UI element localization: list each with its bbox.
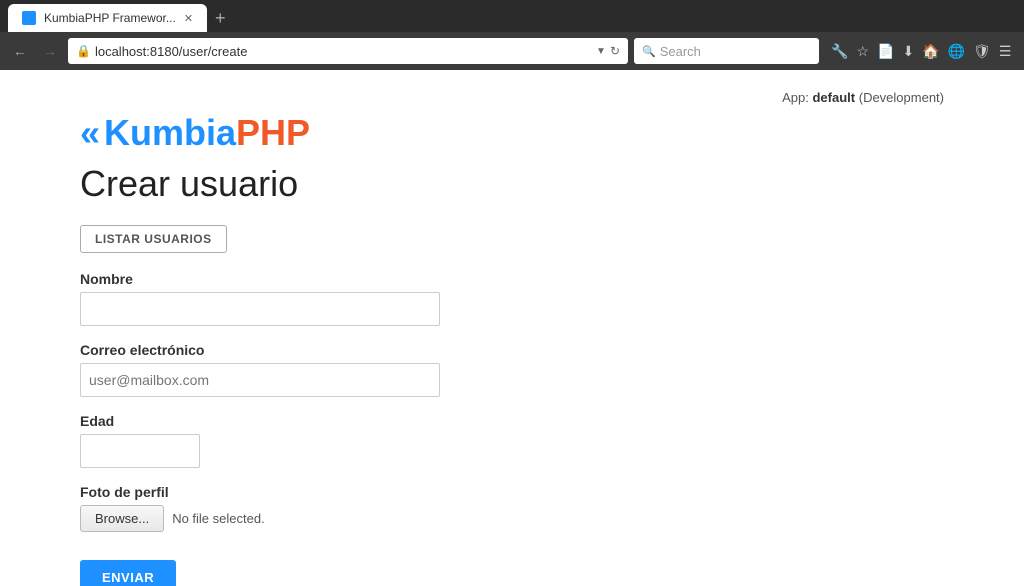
address-dropdown-icon[interactable]: ▼ (596, 46, 606, 57)
foto-group: Foto de perfil Browse... No file selecte… (80, 484, 944, 532)
new-tab-button[interactable]: + (207, 4, 234, 32)
browse-button[interactable]: Browse... (80, 505, 164, 532)
globe-icon[interactable]: 🌐 (948, 43, 965, 60)
email-label: Correo electrónico (80, 342, 944, 358)
home-icon[interactable]: 🏠 (922, 43, 939, 60)
lock-icon: 🔒 (76, 44, 91, 58)
edad-label: Edad (80, 413, 944, 429)
page-title: Crear usuario (80, 163, 944, 205)
email-input[interactable] (80, 363, 440, 397)
toolbar-icons: 🔧 ☆ 📄 ⬇ 🏠 🌐 🛡 ☰ (831, 43, 1011, 60)
tab-bar: KumbiaPHP Framewor... ✕ + (8, 0, 234, 32)
menu-icon[interactable]: ☰ (999, 43, 1012, 60)
browser-titlebar: KumbiaPHP Framewor... ✕ + (0, 0, 1024, 32)
active-tab[interactable]: KumbiaPHP Framewor... ✕ (8, 4, 207, 32)
list-users-button[interactable]: LISTAR USUARIOS (80, 225, 227, 253)
tab-close-button[interactable]: ✕ (184, 12, 193, 25)
search-icon: 🔍 (642, 45, 656, 58)
email-group: Correo electrónico (80, 342, 944, 397)
app-env: (Development) (859, 90, 944, 105)
submit-button[interactable]: ENVIAR (80, 560, 176, 586)
logo-text: KumbiaPHP (104, 115, 310, 151)
edad-group: Edad (80, 413, 944, 468)
edad-input[interactable] (80, 434, 200, 468)
app-info-label: App: (782, 90, 812, 105)
search-placeholder: Search (660, 44, 701, 59)
nombre-label: Nombre (80, 271, 944, 287)
browser-addressbar: ← → 🔒 localhost:8180/user/create ▼ ↻ 🔍 S… (0, 32, 1024, 70)
tab-title: KumbiaPHP Framewor... (44, 11, 176, 25)
file-row: Browse... No file selected. (80, 505, 944, 532)
nombre-group: Nombre (80, 271, 944, 326)
logo-area: « KumbiaPHP (80, 115, 944, 151)
app-name: default (812, 90, 855, 105)
tab-favicon (22, 11, 36, 25)
reload-icon[interactable]: ↻ (610, 44, 620, 58)
foto-label: Foto de perfil (80, 484, 944, 500)
logo-kumbia: Kumbia (104, 112, 236, 153)
address-bar[interactable]: 🔒 localhost:8180/user/create ▼ ↻ (68, 38, 628, 64)
wrench-icon[interactable]: 🔧 (831, 43, 848, 60)
bookmark-icon[interactable]: 📄 (877, 43, 894, 60)
page-content: App: default (Development) « KumbiaPHP C… (0, 70, 1024, 586)
nombre-input[interactable] (80, 292, 440, 326)
shield-icon[interactable]: 🛡 (973, 43, 991, 60)
url-text: localhost:8180/user/create (95, 44, 592, 59)
app-info: App: default (Development) (80, 90, 944, 105)
download-icon[interactable]: ⬇ (902, 43, 914, 60)
logo-php: PHP (236, 112, 310, 153)
forward-button[interactable]: → (38, 41, 62, 61)
back-button[interactable]: ← (8, 41, 32, 61)
logo-chevrons: « (80, 115, 100, 151)
star-icon[interactable]: ☆ (856, 43, 869, 60)
no-file-text: No file selected. (172, 511, 265, 526)
search-bar[interactable]: 🔍 Search (634, 38, 819, 64)
